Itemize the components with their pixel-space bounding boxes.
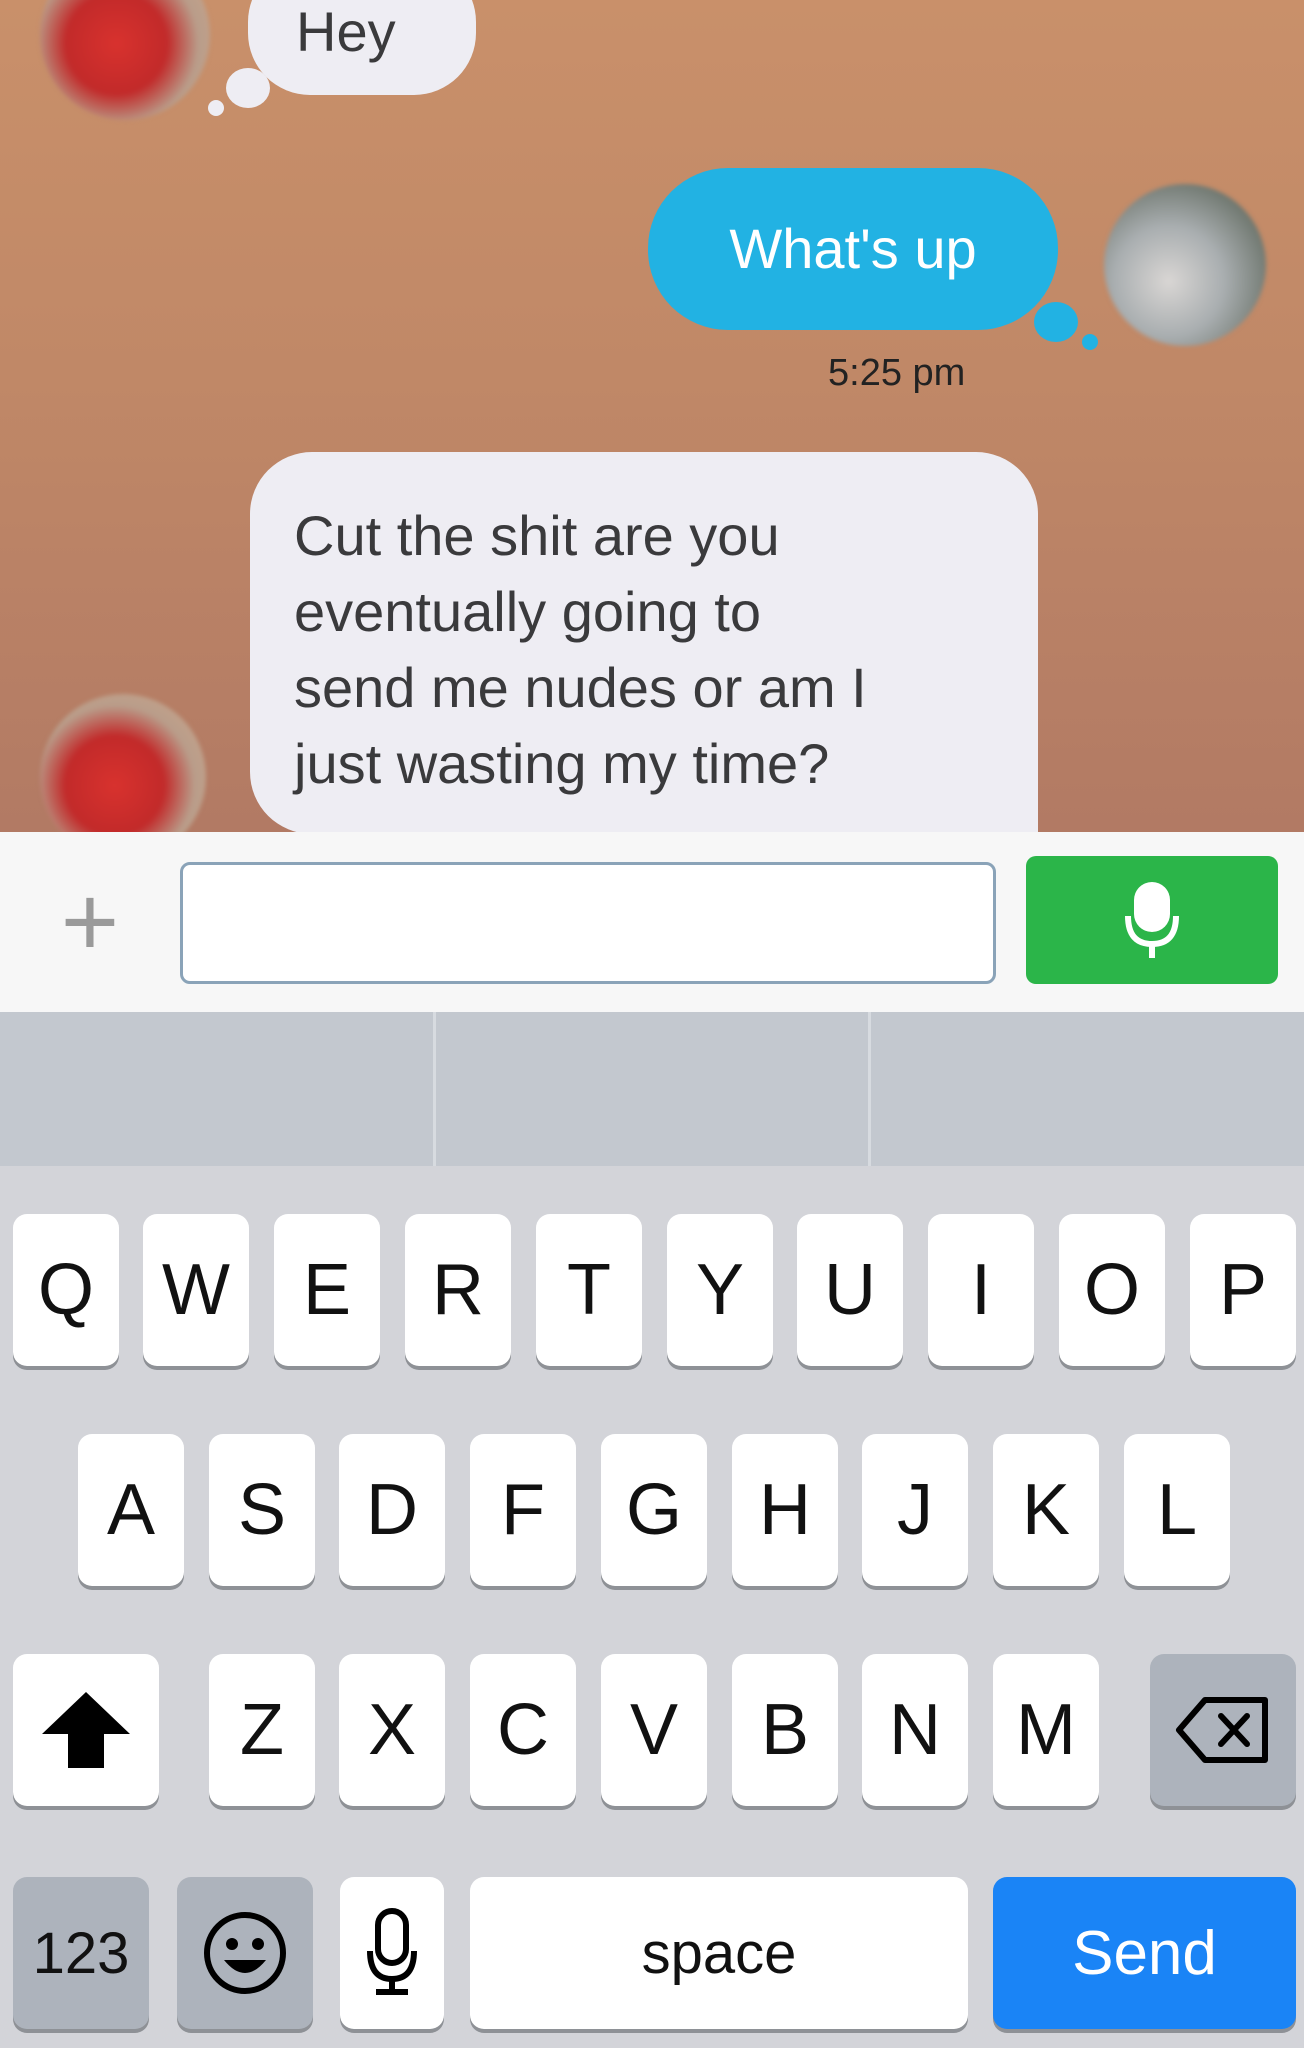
key-z[interactable]: Z xyxy=(209,1654,315,1806)
key-e[interactable]: E xyxy=(274,1214,380,1366)
key-l[interactable]: L xyxy=(1124,1434,1230,1586)
key-g[interactable]: G xyxy=(601,1434,707,1586)
key-m[interactable]: M xyxy=(993,1654,1099,1806)
delete-key[interactable] xyxy=(1150,1654,1296,1806)
key-x[interactable]: X xyxy=(339,1654,445,1806)
send-key[interactable]: Send xyxy=(993,1877,1296,2029)
key-c[interactable]: C xyxy=(470,1654,576,1806)
chat-area: Hey What's up 5:25 pm Cut the shit are y… xyxy=(0,0,1304,832)
backspace-icon xyxy=(1176,1697,1268,1763)
key-a[interactable]: A xyxy=(78,1434,184,1586)
key-u[interactable]: U xyxy=(797,1214,903,1366)
message-line: Cut the shit are you xyxy=(294,504,780,567)
message-line: eventually going to xyxy=(294,580,762,643)
my-avatar[interactable] xyxy=(1104,184,1266,346)
message-line: send me nudes or am I xyxy=(294,656,867,719)
message-text: Hey xyxy=(296,0,396,63)
bubble-tail-dot xyxy=(226,68,270,108)
key-t[interactable]: T xyxy=(536,1214,642,1366)
key-q[interactable]: Q xyxy=(13,1214,119,1366)
key-d[interactable]: D xyxy=(339,1434,445,1586)
key-k[interactable]: K xyxy=(993,1434,1099,1586)
key-j[interactable]: J xyxy=(862,1434,968,1586)
voice-message-button[interactable] xyxy=(1026,856,1278,984)
message-bubble-incoming: Hey xyxy=(248,0,476,95)
numbers-key[interactable]: 123 xyxy=(13,1877,149,2029)
key-f[interactable]: F xyxy=(470,1434,576,1586)
message-bubble-incoming: Cut the shit are you eventually going to… xyxy=(250,452,1038,832)
key-b[interactable]: B xyxy=(732,1654,838,1806)
space-key[interactable]: space xyxy=(470,1877,968,2029)
key-v[interactable]: V xyxy=(601,1654,707,1806)
key-h[interactable]: H xyxy=(732,1434,838,1586)
contact-avatar[interactable] xyxy=(40,0,210,120)
key-w[interactable]: W xyxy=(143,1214,249,1366)
key-i[interactable]: I xyxy=(928,1214,1034,1366)
emoji-key[interactable] xyxy=(177,1877,313,2029)
contact-avatar[interactable] xyxy=(40,694,206,832)
key-p[interactable]: P xyxy=(1190,1214,1296,1366)
plus-icon[interactable]: + xyxy=(50,872,130,972)
shift-key[interactable] xyxy=(13,1654,159,1806)
message-input-bar: + xyxy=(0,832,1304,1012)
emoji-icon xyxy=(204,1912,286,1994)
key-s[interactable]: S xyxy=(209,1434,315,1586)
predictive-text-bar xyxy=(0,1012,1304,1166)
dictation-key[interactable] xyxy=(340,1877,444,2029)
message-timestamp: 5:25 pm xyxy=(828,352,966,394)
key-y[interactable]: Y xyxy=(667,1214,773,1366)
message-text: What's up xyxy=(729,217,977,280)
suggestion-slot[interactable] xyxy=(436,1012,872,1166)
suggestion-slot[interactable] xyxy=(871,1012,1304,1166)
key-o[interactable]: O xyxy=(1059,1214,1165,1366)
microphone-icon xyxy=(367,1908,417,1995)
message-line: just wasting my time? xyxy=(294,732,830,795)
bubble-tail-dot xyxy=(208,100,224,116)
bubble-tail-dot xyxy=(1082,334,1098,350)
bubble-tail-dot xyxy=(1034,302,1078,342)
microphone-icon xyxy=(1125,882,1179,958)
keyboard: Q W E R T Y U I O P A S D F G H J K L Z … xyxy=(0,1012,1304,2048)
shift-arrow-icon xyxy=(42,1692,130,1768)
message-input[interactable] xyxy=(180,862,996,984)
key-n[interactable]: N xyxy=(862,1654,968,1806)
key-r[interactable]: R xyxy=(405,1214,511,1366)
suggestion-slot[interactable] xyxy=(0,1012,436,1166)
message-bubble-outgoing: What's up xyxy=(648,168,1058,330)
